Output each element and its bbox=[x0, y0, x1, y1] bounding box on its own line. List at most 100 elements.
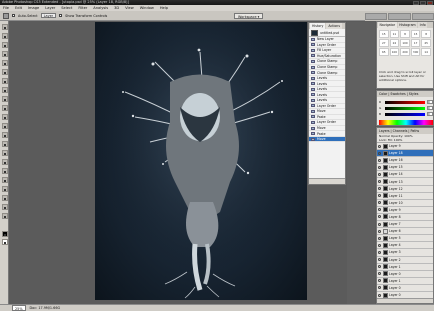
layer-row[interactable]: Layer 9 bbox=[377, 207, 433, 214]
clone-stamp-tool-icon[interactable] bbox=[1, 96, 8, 102]
blue-slider[interactable] bbox=[385, 112, 425, 116]
close-button[interactable] bbox=[427, 0, 433, 5]
tab-histogram[interactable]: Histogram bbox=[397, 22, 418, 28]
brush-preset[interactable]: 17 bbox=[410, 39, 421, 47]
brush-preset[interactable]: 27 bbox=[379, 39, 389, 47]
history-brush-tool-icon[interactable] bbox=[1, 105, 8, 111]
layer-row[interactable]: Layer 12 bbox=[377, 186, 433, 193]
shape-tool-icon[interactable] bbox=[1, 177, 8, 183]
auto-select-target-dropdown[interactable]: Layer bbox=[40, 13, 57, 18]
layer-row[interactable]: Layer 7 bbox=[377, 221, 433, 229]
layer-row[interactable]: Layer 9 bbox=[377, 143, 433, 151]
layer-row[interactable]: Layer 3 bbox=[377, 249, 433, 257]
visibility-eye-icon[interactable] bbox=[378, 229, 381, 233]
hand-tool-icon[interactable] bbox=[1, 204, 8, 210]
layer-row[interactable]: Layer 0 bbox=[377, 271, 433, 278]
brush-preset[interactable]: 100 bbox=[389, 48, 400, 56]
zoom-field[interactable]: 25% bbox=[12, 305, 26, 311]
brush-preset[interactable]: 14 bbox=[421, 48, 431, 56]
workspace-button[interactable]: Workspace ▾ bbox=[234, 13, 264, 19]
visibility-eye-icon[interactable] bbox=[378, 180, 381, 184]
slice-tool-icon[interactable] bbox=[1, 69, 8, 75]
visibility-eye-icon[interactable] bbox=[378, 194, 381, 198]
brush-preset[interactable]: 65 bbox=[379, 48, 389, 56]
red-slider[interactable] bbox=[385, 100, 425, 104]
dodge-tool-icon[interactable] bbox=[1, 141, 8, 147]
brush-preset[interactable]: 200 bbox=[400, 48, 410, 56]
zoom-tool-icon[interactable] bbox=[1, 213, 8, 219]
brush-preset[interactable]: 100 bbox=[400, 39, 410, 47]
brush-preset[interactable]: 24 bbox=[389, 39, 400, 47]
visibility-eye-icon[interactable] bbox=[378, 158, 381, 162]
layer-row[interactable]: Layer 18 bbox=[377, 150, 433, 158]
tab-actions[interactable]: Actions bbox=[326, 23, 342, 29]
color-spectrum-bar[interactable] bbox=[379, 120, 433, 125]
minimize-button[interactable] bbox=[413, 0, 419, 5]
visibility-eye-icon[interactable] bbox=[378, 272, 381, 276]
visibility-eye-icon[interactable] bbox=[378, 222, 381, 226]
visibility-eye-icon[interactable] bbox=[378, 250, 381, 254]
brush-preset[interactable]: 8 bbox=[421, 30, 431, 38]
visibility-eye-icon[interactable] bbox=[378, 258, 381, 262]
lasso-tool-icon[interactable] bbox=[1, 42, 8, 48]
red-value[interactable]: 0 bbox=[427, 100, 433, 104]
visibility-eye-icon[interactable] bbox=[378, 165, 381, 169]
foreground-color-swatch[interactable] bbox=[1, 231, 8, 237]
pen-tool-icon[interactable] bbox=[1, 150, 8, 156]
panel-well-tab[interactable] bbox=[365, 13, 388, 20]
layer-row[interactable]: Layer 16 bbox=[377, 157, 433, 165]
green-slider[interactable] bbox=[385, 106, 425, 110]
tab-info[interactable]: Info bbox=[418, 22, 428, 28]
panel-well-tab[interactable] bbox=[411, 13, 434, 20]
green-value[interactable]: 0 bbox=[427, 106, 433, 110]
visibility-eye-icon[interactable] bbox=[378, 187, 381, 191]
layer-row[interactable]: Layer 6 bbox=[377, 228, 433, 236]
visibility-eye-icon[interactable] bbox=[378, 286, 381, 290]
layer-row[interactable]: Layer 4 bbox=[377, 242, 433, 250]
maximize-button[interactable] bbox=[420, 0, 426, 5]
layer-row[interactable]: Layer 10 bbox=[377, 200, 433, 207]
layer-row[interactable]: Layer 0 bbox=[377, 285, 433, 292]
brush-preset[interactable]: 15 bbox=[410, 30, 421, 38]
visibility-eye-icon[interactable] bbox=[378, 293, 381, 297]
gradient-tool-icon[interactable] bbox=[1, 123, 8, 129]
marquee-tool-icon[interactable] bbox=[1, 33, 8, 39]
history-snapshot[interactable]: untitled.psd bbox=[309, 29, 345, 37]
layer-row[interactable]: Layer 13 bbox=[377, 178, 433, 186]
visibility-eye-icon[interactable] bbox=[378, 236, 381, 240]
tab-navigator[interactable]: Navigator bbox=[378, 22, 397, 28]
layer-row[interactable]: Layer 15 bbox=[377, 164, 433, 172]
visibility-eye-icon[interactable] bbox=[378, 201, 381, 205]
visibility-eye-icon[interactable] bbox=[378, 215, 381, 219]
healing-tool-icon[interactable] bbox=[1, 78, 8, 84]
layer-row[interactable]: Layer 8 bbox=[377, 214, 433, 222]
fill-field[interactable]: Fill: 100% bbox=[388, 138, 403, 142]
panel-well-tab[interactable] bbox=[388, 13, 411, 20]
layer-row[interactable]: Layer 2 bbox=[377, 257, 433, 264]
brush-preset[interactable]: 300 bbox=[410, 48, 421, 56]
tab-history[interactable]: History bbox=[310, 23, 326, 29]
background-color-swatch[interactable] bbox=[1, 239, 8, 245]
visibility-eye-icon[interactable] bbox=[378, 265, 381, 269]
blur-tool-icon[interactable] bbox=[1, 132, 8, 138]
visibility-eye-icon[interactable] bbox=[378, 151, 381, 155]
layer-row[interactable]: Layer 14 bbox=[377, 171, 433, 179]
visibility-eye-icon[interactable] bbox=[378, 144, 381, 148]
brush-preset[interactable]: 15 bbox=[379, 30, 389, 38]
brush-preset[interactable]: 8 bbox=[400, 30, 410, 38]
eyedropper-tool-icon[interactable] bbox=[1, 195, 8, 201]
brush-preset[interactable]: 45 bbox=[421, 39, 431, 47]
crop-tool-icon[interactable] bbox=[1, 60, 8, 66]
history-item[interactable]: Move bbox=[309, 136, 345, 143]
layer-row[interactable]: Layer 1 bbox=[377, 264, 433, 271]
brush-preset[interactable]: 11 bbox=[389, 30, 400, 38]
show-transform-checkbox[interactable] bbox=[59, 14, 63, 17]
notes-tool-icon[interactable] bbox=[1, 186, 8, 192]
quick-select-tool-icon[interactable] bbox=[1, 51, 8, 57]
blue-value[interactable]: 0 bbox=[427, 112, 433, 116]
brush-tool-icon[interactable] bbox=[1, 87, 8, 93]
auto-select-checkbox[interactable] bbox=[12, 14, 15, 17]
color-panel-tabs[interactable]: Color | Swatches | Styles bbox=[377, 91, 433, 97]
visibility-eye-icon[interactable] bbox=[378, 243, 381, 247]
layer-row[interactable]: Layer 5 bbox=[377, 235, 433, 243]
